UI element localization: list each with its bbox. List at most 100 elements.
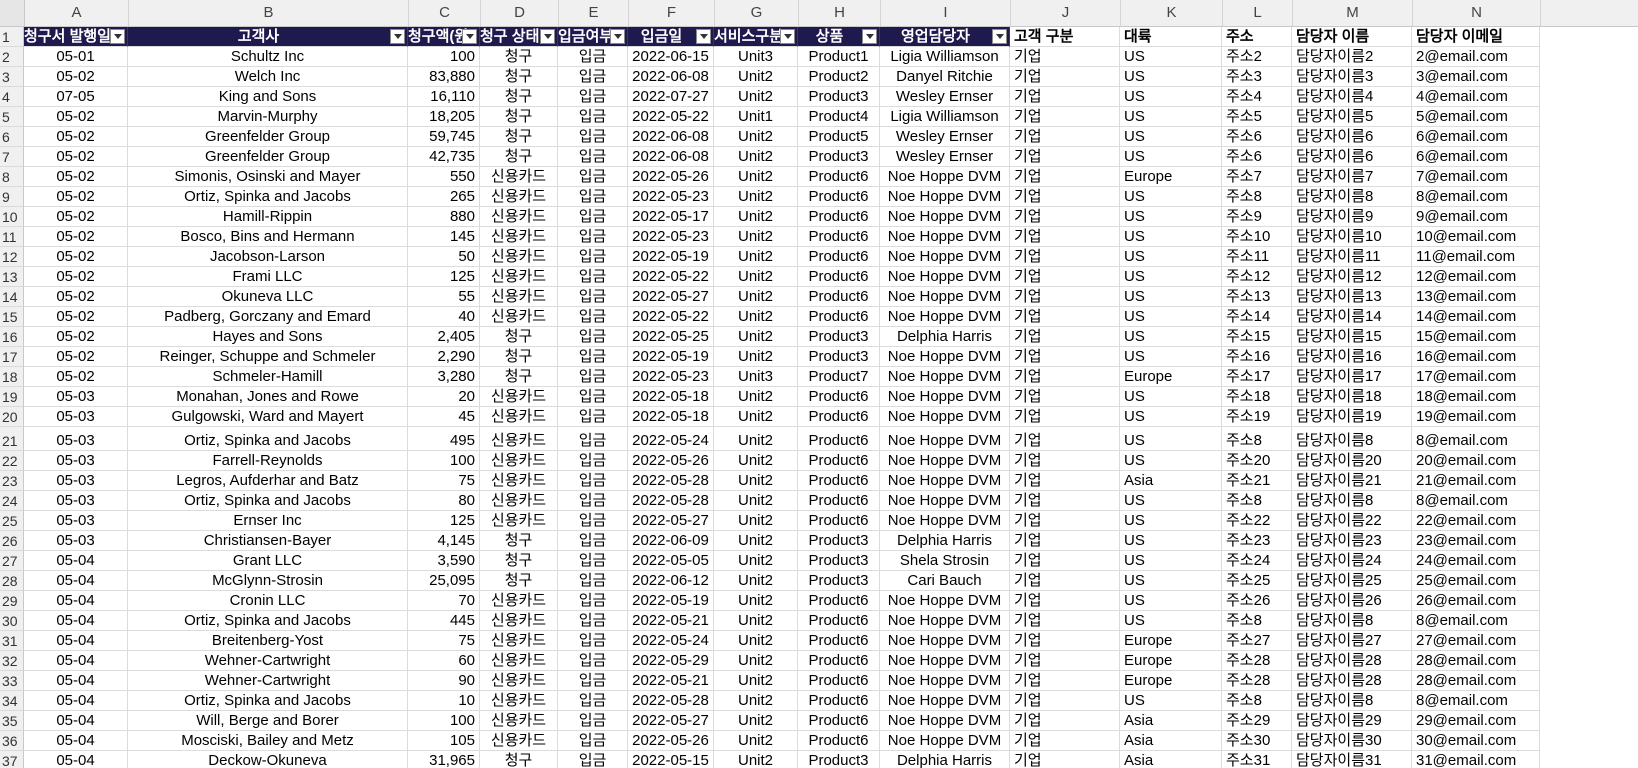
table-cell[interactable]: 청구 [480, 127, 558, 147]
table-cell[interactable]: 15@email.com [1412, 327, 1540, 347]
table-cell[interactable]: 2022-05-21 [628, 611, 714, 631]
table-cell[interactable]: 05-04 [24, 551, 128, 571]
table-cell[interactable]: 2022-05-28 [628, 491, 714, 511]
table-cell[interactable]: 입금 [558, 287, 628, 307]
table-cell[interactable]: Product6 [798, 471, 880, 491]
filter-dropdown-icon[interactable] [540, 29, 555, 44]
table-cell[interactable]: 05-02 [24, 267, 128, 287]
row-number[interactable]: 8 [0, 167, 24, 187]
table-cell[interactable]: 입금 [558, 731, 628, 751]
table-cell[interactable]: 주소20 [1222, 451, 1292, 471]
table-cell[interactable]: Welch Inc [128, 67, 408, 87]
table-cell[interactable]: Unit3 [714, 367, 798, 387]
table-cell[interactable]: 담당자이름13 [1292, 287, 1412, 307]
table-cell[interactable]: 기업 [1010, 631, 1120, 651]
table-cell[interactable]: Unit2 [714, 327, 798, 347]
table-cell[interactable]: Shela Strosin [880, 551, 1010, 571]
column-header-a[interactable]: A [25, 0, 129, 26]
table-cell[interactable]: Schultz Inc [128, 47, 408, 67]
table-cell[interactable]: 입금 [558, 631, 628, 651]
table-cell[interactable]: Ortiz, Spinka and Jacobs [128, 187, 408, 207]
table-cell[interactable]: 입금 [558, 407, 628, 427]
table-cell[interactable]: 2022-05-27 [628, 287, 714, 307]
table-cell[interactable]: Product6 [798, 427, 880, 451]
table-cell[interactable]: US [1120, 147, 1222, 167]
row-number[interactable]: 37 [0, 751, 24, 768]
row-number[interactable]: 21 [0, 427, 24, 451]
table-cell[interactable]: 주소27 [1222, 631, 1292, 651]
table-cell[interactable]: 주소8 [1222, 491, 1292, 511]
table-cell[interactable]: Greenfelder Group [128, 127, 408, 147]
table-cell[interactable]: 05-03 [24, 387, 128, 407]
table-cell[interactable]: 28@email.com [1412, 671, 1540, 691]
row-number[interactable]: 16 [0, 327, 24, 347]
table-cell[interactable]: 05-03 [24, 471, 128, 491]
table-cell[interactable]: 주소30 [1222, 731, 1292, 751]
table-cell[interactable]: 입금 [558, 227, 628, 247]
table-cell[interactable]: 주소8 [1222, 691, 1292, 711]
table-cell[interactable]: 2022-05-23 [628, 187, 714, 207]
table-cell[interactable]: McGlynn-Strosin [128, 571, 408, 591]
table-cell[interactable]: 9@email.com [1412, 207, 1540, 227]
table-cell[interactable]: Ligia Williamson [880, 47, 1010, 67]
table-cell[interactable]: US [1120, 67, 1222, 87]
table-cell[interactable]: 기업 [1010, 387, 1120, 407]
table-cell[interactable]: 청구 [480, 347, 558, 367]
table-cell[interactable]: 입금 [558, 47, 628, 67]
table-cell[interactable]: 8@email.com [1412, 691, 1540, 711]
table-cell[interactable]: US [1120, 207, 1222, 227]
table-cell[interactable]: 입금 [558, 267, 628, 287]
table-cell[interactable]: Unit2 [714, 731, 798, 751]
table-cell[interactable]: 입금 [558, 751, 628, 768]
table-cell[interactable]: 주소6 [1222, 127, 1292, 147]
table-cell[interactable]: 기업 [1010, 711, 1120, 731]
table-cell[interactable]: 담당자이름24 [1292, 551, 1412, 571]
table-cell[interactable]: Noe Hoppe DVM [880, 207, 1010, 227]
column-header-m[interactable]: M [1293, 0, 1413, 26]
table-cell[interactable]: 18,205 [408, 107, 480, 127]
column-header-c[interactable]: C [409, 0, 481, 26]
table-cell[interactable]: 4@email.com [1412, 87, 1540, 107]
table-cell[interactable]: 기업 [1010, 87, 1120, 107]
table-cell[interactable]: US [1120, 247, 1222, 267]
table-cell[interactable]: Christiansen-Bayer [128, 531, 408, 551]
table-cell[interactable]: 입금 [558, 491, 628, 511]
filter-dropdown-icon[interactable] [610, 29, 625, 44]
table-cell[interactable]: 기업 [1010, 571, 1120, 591]
table-cell[interactable]: 3@email.com [1412, 67, 1540, 87]
table-cell[interactable]: 신용카드 [480, 187, 558, 207]
table-cell[interactable]: Product6 [798, 711, 880, 731]
table-cell[interactable]: 기업 [1010, 47, 1120, 67]
table-cell[interactable]: 신용카드 [480, 267, 558, 287]
table-cell[interactable]: Ortiz, Spinka and Jacobs [128, 691, 408, 711]
table-cell[interactable]: 05-02 [24, 227, 128, 247]
table-cell[interactable]: 기업 [1010, 307, 1120, 327]
table-cell[interactable]: 28@email.com [1412, 651, 1540, 671]
table-cell[interactable]: 주소28 [1222, 651, 1292, 671]
table-cell[interactable]: Unit2 [714, 87, 798, 107]
table-cell[interactable]: 05-02 [24, 307, 128, 327]
table-cell[interactable]: 주소15 [1222, 327, 1292, 347]
table-cell[interactable]: 55 [408, 287, 480, 307]
column-header-h[interactable]: H [799, 0, 881, 26]
table-cell[interactable]: 주소16 [1222, 347, 1292, 367]
table-cell[interactable]: Product6 [798, 267, 880, 287]
table-cell[interactable]: 청구 [480, 87, 558, 107]
table-cell[interactable]: US [1120, 691, 1222, 711]
table-cell[interactable]: 21@email.com [1412, 471, 1540, 491]
table-cell[interactable]: Unit2 [714, 751, 798, 768]
table-cell[interactable]: Delphia Harris [880, 751, 1010, 768]
table-cell[interactable]: Noe Hoppe DVM [880, 631, 1010, 651]
table-cell[interactable]: 05-02 [24, 167, 128, 187]
table-cell[interactable]: Noe Hoppe DVM [880, 407, 1010, 427]
table-cell[interactable]: US [1120, 327, 1222, 347]
table-cell[interactable]: 입금 [558, 387, 628, 407]
table-cell[interactable]: Product3 [798, 531, 880, 551]
table-cell[interactable]: Bosco, Bins and Hermann [128, 227, 408, 247]
table-cell[interactable]: 신용카드 [480, 451, 558, 471]
table-cell[interactable]: 기업 [1010, 671, 1120, 691]
table-cell[interactable]: Greenfelder Group [128, 147, 408, 167]
table-cell[interactable]: 125 [408, 267, 480, 287]
table-cell[interactable]: 입금 [558, 471, 628, 491]
table-cell[interactable]: Unit2 [714, 427, 798, 451]
